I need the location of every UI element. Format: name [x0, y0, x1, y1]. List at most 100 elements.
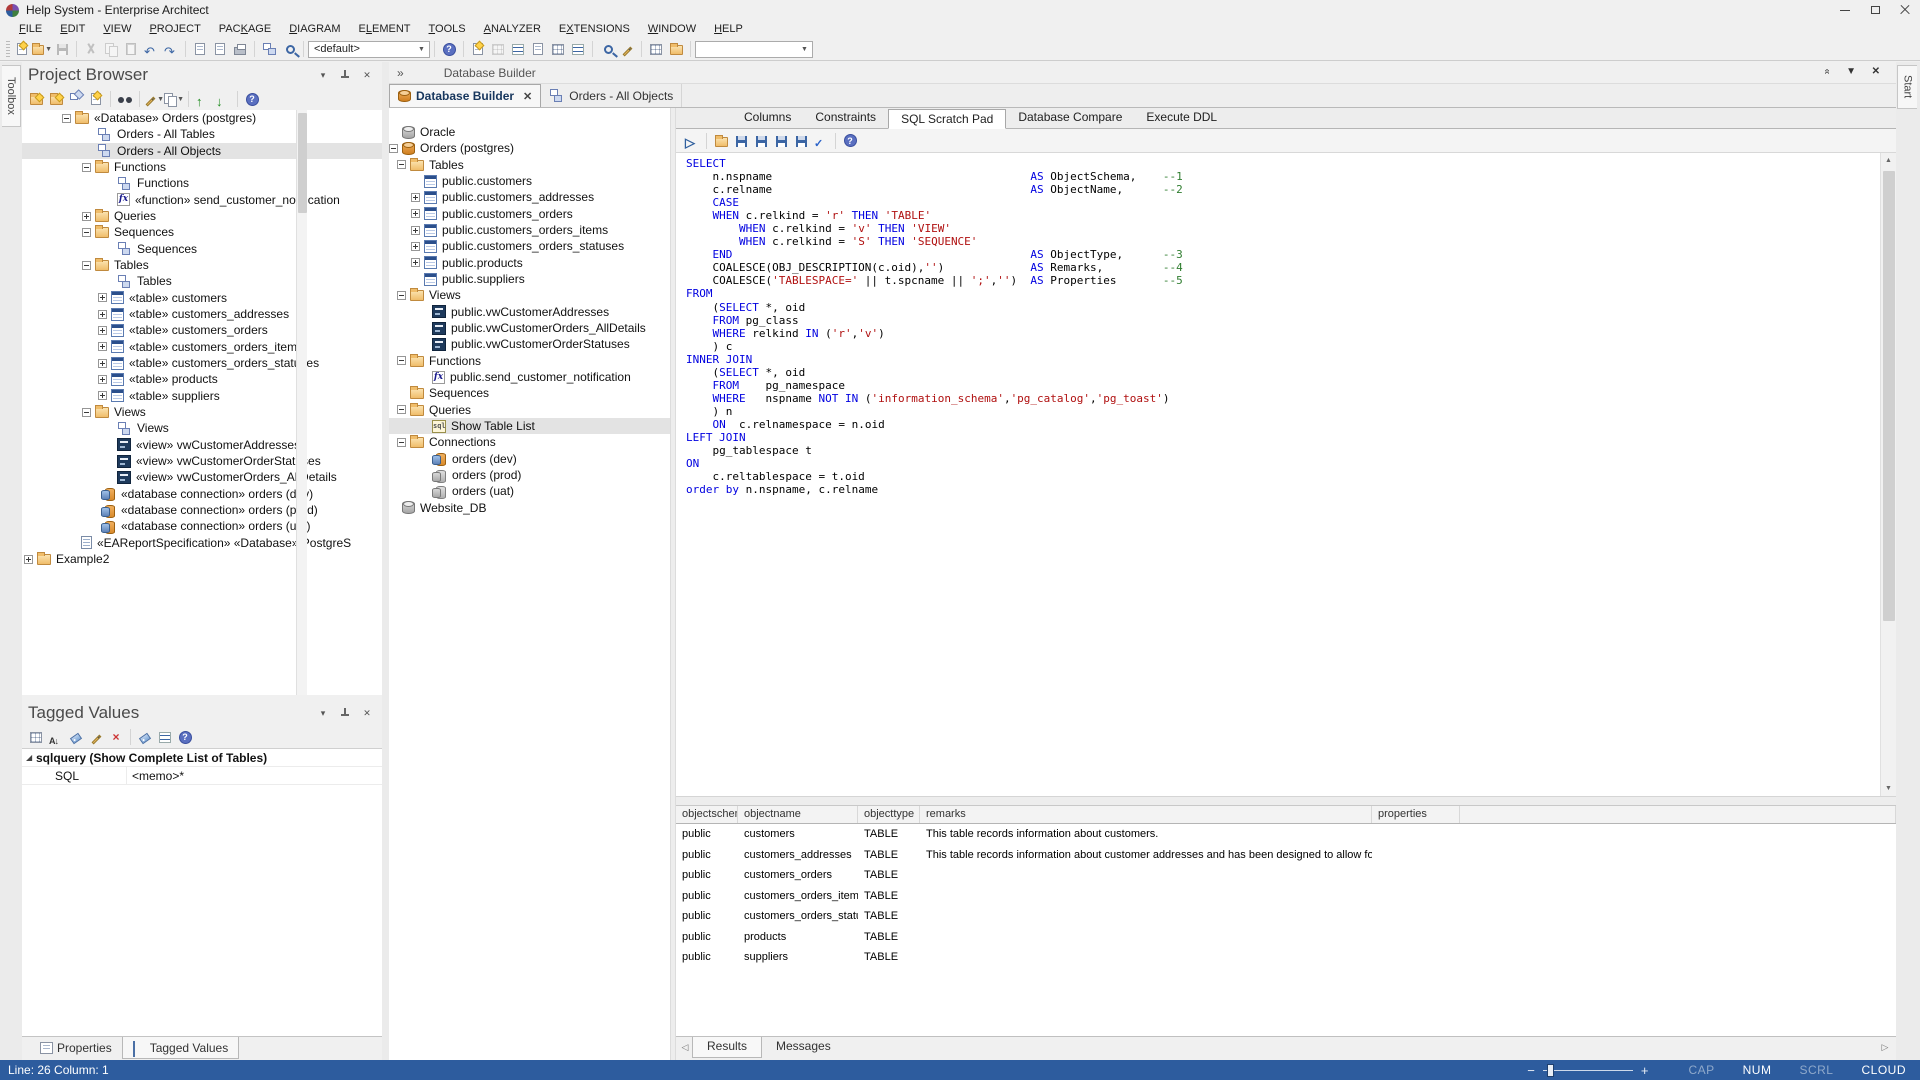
default-style-combobox[interactable]: <default>▼	[308, 41, 430, 58]
expand-icon[interactable]	[98, 391, 107, 400]
result-row[interactable]: publiccustomers_orders_statusesTABLE	[676, 906, 1896, 927]
print-icon[interactable]	[230, 40, 250, 59]
validate-sql-icon[interactable]	[811, 131, 831, 150]
expand-icon[interactable]	[82, 212, 91, 221]
export-doc-icon[interactable]	[190, 40, 210, 59]
menu-help[interactable]: HELP	[705, 21, 752, 37]
menu-window[interactable]: WINDOW	[639, 21, 705, 37]
tabs-scroll-right-icon[interactable]: ▷	[1878, 1042, 1892, 1053]
import-doc-icon[interactable]	[210, 40, 230, 59]
close-button[interactable]	[1890, 1, 1920, 20]
list-icon[interactable]	[568, 40, 588, 59]
tabs-scroll-left-icon[interactable]: ◁	[678, 1042, 692, 1053]
tree-item[interactable]: «table» customers	[22, 290, 382, 306]
tagged-value-row[interactable]: SQL <memo>*	[22, 767, 382, 785]
tree-item[interactable]: «table» customers_orders	[22, 322, 382, 338]
tree-item[interactable]: Website_DB	[389, 500, 670, 516]
tree-item[interactable]: «function» send_customer_notification	[22, 192, 382, 208]
chevron-down-icon[interactable]: ▼	[797, 42, 812, 57]
collapse-icon[interactable]	[397, 356, 406, 365]
tree-item[interactable]: Tables	[22, 273, 382, 289]
tab-execute-ddl[interactable]: Execute DDL	[1134, 108, 1229, 128]
tab-database-builder[interactable]: Database Builder ✕	[389, 84, 541, 107]
show-grouped-icon[interactable]	[26, 728, 46, 747]
start-tab[interactable]: Start	[1897, 65, 1917, 109]
tree-item[interactable]: Views	[389, 287, 670, 303]
tab-columns[interactable]: Columns	[732, 108, 803, 128]
pin-icon[interactable]	[338, 706, 352, 720]
vertical-splitter[interactable]	[382, 62, 389, 1060]
tree-item[interactable]: public.customers	[389, 173, 670, 189]
move-up-icon[interactable]	[193, 90, 213, 109]
tree-item[interactable]: Connections	[389, 434, 670, 450]
tree-item[interactable]: public.customers_orders_statuses	[389, 238, 670, 254]
expand-icon[interactable]	[98, 342, 107, 351]
sql-editor[interactable]: SELECT n.nspname AS ObjectSchema, --1 c.…	[676, 153, 1896, 796]
document-icon[interactable]	[508, 40, 528, 59]
tree-item[interactable]: Show Table List	[389, 418, 670, 434]
chevron-down-icon[interactable]: ▼	[177, 96, 184, 103]
undo-icon[interactable]	[141, 40, 161, 59]
tab-database-compare[interactable]: Database Compare	[1006, 108, 1134, 128]
search-combobox[interactable]: ▼	[695, 41, 813, 58]
menu-project[interactable]: PROJECT	[140, 21, 209, 37]
edit-tag-icon[interactable]	[86, 728, 106, 747]
help-icon[interactable]	[439, 40, 459, 59]
open-file-icon[interactable]	[711, 131, 731, 150]
panel-menu-icon[interactable]: ▾	[316, 68, 330, 82]
tree-item[interactable]: «view» vwCustomerAddresses	[22, 437, 382, 453]
tree-item[interactable]: «database connection» orders (uat)	[22, 518, 382, 534]
package-browse-icon[interactable]	[666, 40, 686, 59]
collapse-icon[interactable]	[389, 144, 398, 153]
close-tab-icon[interactable]: ✕	[523, 90, 532, 103]
tree-item[interactable]: Orders - All Objects	[22, 143, 382, 159]
expand-icon[interactable]	[98, 375, 107, 384]
new-element-icon[interactable]	[468, 40, 488, 59]
edit-notes-icon[interactable]: ▼	[144, 90, 164, 109]
help-icon[interactable]	[242, 90, 262, 109]
tree-item[interactable]: «table» customers_addresses	[22, 306, 382, 322]
save-as-icon[interactable]	[731, 131, 751, 150]
tree-item[interactable]: Functions	[389, 353, 670, 369]
project-browser-scrollbar[interactable]	[296, 110, 307, 695]
tree-item[interactable]: «EAReportSpecification» «Database» Postg…	[22, 535, 382, 551]
close-panel-icon[interactable]: ✕	[360, 706, 374, 720]
tab-messages[interactable]: Messages	[762, 1037, 845, 1058]
menu-extensions[interactable]: EXTENSIONS	[550, 21, 639, 37]
menu-package[interactable]: PACKAGE	[210, 21, 280, 37]
result-row[interactable]: publiccustomersTABLEThis table records i…	[676, 824, 1896, 845]
menu-analyzer[interactable]: ANALYZER	[475, 21, 550, 37]
copy-icon[interactable]	[101, 40, 121, 59]
expand-icon[interactable]	[411, 193, 420, 202]
expand-icon[interactable]	[98, 359, 107, 368]
duplicate-icon[interactable]: ▼	[164, 90, 184, 109]
collapse-icon[interactable]	[397, 160, 406, 169]
horizontal-splitter[interactable]	[676, 796, 1896, 806]
audit-icon[interactable]	[548, 40, 568, 59]
tab-orders-all-objects[interactable]: Orders - All Objects	[541, 84, 682, 107]
tree-item[interactable]: Views	[22, 420, 382, 436]
column-header-properties[interactable]: properties	[1372, 806, 1460, 823]
tree-item[interactable]: Sequences	[22, 224, 382, 240]
tree-item[interactable]: public.customers_orders_items	[389, 222, 670, 238]
collapse-icon[interactable]	[82, 163, 91, 172]
pin-icon[interactable]	[338, 68, 352, 82]
matrix-icon[interactable]	[488, 40, 508, 59]
collapse-icon[interactable]	[397, 291, 406, 300]
menu-tools[interactable]: TOOLS	[420, 21, 475, 37]
tree-item[interactable]: orders (dev)	[389, 451, 670, 467]
cut-icon[interactable]	[81, 40, 101, 59]
expand-icon[interactable]	[411, 258, 420, 267]
column-header-objecttype[interactable]: objecttype	[858, 806, 920, 823]
tab-properties[interactable]: Properties	[30, 1037, 122, 1059]
open-icon[interactable]: ▼	[32, 40, 52, 59]
chevron-down-icon[interactable]: ▼	[414, 42, 429, 57]
tree-item[interactable]: «view» vwCustomerOrderStatuses	[22, 453, 382, 469]
expand-icon[interactable]	[98, 293, 107, 302]
new-element2-icon[interactable]	[86, 90, 106, 109]
tree-item[interactable]: Sequences	[22, 241, 382, 257]
tree-item[interactable]: «database connection» orders (prod)	[22, 502, 382, 518]
new-diagram-icon[interactable]	[66, 90, 86, 109]
column-header-objectschema[interactable]: objectschema	[676, 806, 738, 823]
tab-sql-scratch-pad[interactable]: SQL Scratch Pad	[888, 109, 1006, 129]
